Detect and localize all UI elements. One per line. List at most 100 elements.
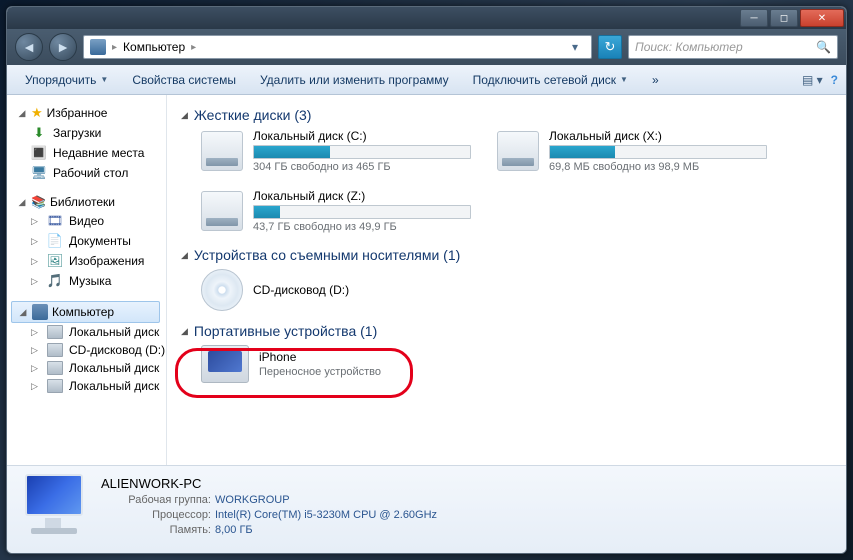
star-icon: ★ [31, 105, 43, 121]
libraries-group[interactable]: ◢ 📚 Библиотеки [11, 193, 166, 211]
workgroup-value: WORKGROUP [215, 494, 290, 506]
search-icon: 🔍 [816, 40, 831, 54]
dropdown-icon[interactable]: ▾ [565, 37, 585, 57]
uninstall-button[interactable]: Удалить или изменить программу [250, 69, 459, 91]
expand-icon: ▷ [31, 345, 41, 356]
capacity-bar [549, 145, 767, 159]
cpu-label: Процессор: [101, 509, 211, 521]
drive-icon [47, 361, 63, 375]
details-pane: ALIENWORK-PC Рабочая группа:WORKGROUP Пр… [7, 465, 846, 553]
expand-icon: ▷ [31, 256, 41, 267]
drive-label: Локальный диск (X:) [549, 129, 767, 143]
collapse-icon: ◢ [181, 250, 188, 261]
maximize-button[interactable]: ◻ [770, 9, 798, 27]
section-portable[interactable]: ◢Портативные устройства (1) [181, 319, 830, 345]
drive-icon [47, 379, 63, 393]
expand-icon: ▷ [31, 327, 41, 338]
cpu-value: Intel(R) Core(TM) i5-3230M CPU @ 2.60GHz [215, 509, 437, 521]
map-drive-button[interactable]: Подключить сетевой диск▼ [463, 69, 638, 91]
collapse-icon: ◢ [181, 110, 188, 121]
back-button[interactable]: ◄ [15, 33, 43, 61]
help-icon[interactable]: ? [831, 73, 838, 87]
collapse-icon: ◢ [17, 197, 27, 208]
section-removable[interactable]: ◢Устройства со съемными носителями (1) [181, 243, 830, 269]
sidebar-item-video[interactable]: ▷🎞Видео [11, 211, 166, 231]
titlebar: ─ ◻ ✕ [7, 7, 846, 29]
close-button[interactable]: ✕ [800, 9, 844, 27]
forward-button[interactable]: ► [49, 33, 77, 61]
expand-icon: ▷ [31, 363, 41, 374]
view-icon[interactable]: ▤ ▾ [802, 73, 823, 87]
drive-icon [201, 191, 243, 231]
download-icon: ⬇ [31, 125, 47, 141]
desktop-icon: 🖥 [31, 165, 47, 181]
portable-device-icon [201, 345, 249, 383]
device-label: iPhone [259, 350, 830, 364]
expand-icon: ▷ [31, 236, 41, 247]
sidebar-item-drive-z[interactable]: ▷Локальный диск [11, 377, 166, 395]
document-icon: 📄 [47, 233, 63, 249]
recent-icon: 🔳 [31, 145, 47, 161]
sidebar-item-computer[interactable]: ◢ Компьютер [11, 301, 160, 323]
cd-icon [201, 269, 243, 311]
device-label: CD-дисковод (D:) [253, 283, 830, 297]
system-properties-button[interactable]: Свойства системы [122, 69, 246, 91]
library-icon: 📚 [31, 195, 46, 209]
drive-icon [201, 131, 243, 171]
collapse-icon: ◢ [17, 108, 27, 119]
expand-icon: ▷ [31, 216, 41, 227]
drive-label: Локальный диск (Z:) [253, 189, 471, 203]
sidebar-item-images[interactable]: ▷🖼Изображения [11, 251, 166, 271]
sidebar-item-recent[interactable]: 🔳Недавние места [11, 143, 166, 163]
drive-free-text: 43,7 ГБ свободно из 49,9 ГБ [253, 221, 471, 233]
sidebar-item-music[interactable]: ▷🎵Музыка [11, 271, 166, 291]
drive-z[interactable]: Локальный диск (Z:) 43,7 ГБ свободно из … [201, 189, 471, 233]
workgroup-label: Рабочая группа: [101, 494, 211, 506]
memory-label: Память: [101, 524, 211, 536]
favorites-group[interactable]: ◢ ★ Избранное [11, 103, 166, 123]
organize-button[interactable]: Упорядочить▼ [15, 69, 118, 91]
computer-icon [32, 304, 48, 320]
refresh-button[interactable]: ↻ [598, 35, 622, 59]
chevron-down-icon: ▼ [620, 75, 628, 84]
breadcrumb[interactable]: Компьютер [123, 40, 185, 54]
cd-drive-d[interactable]: CD-дисковод (D:) [181, 269, 830, 311]
overflow-button[interactable]: » [642, 69, 669, 91]
memory-value: 8,00 ГБ [215, 524, 253, 536]
cd-drive-icon [47, 343, 63, 357]
drive-x[interactable]: Локальный диск (X:) 69,8 МБ свободно из … [497, 129, 767, 173]
capacity-bar [253, 205, 471, 219]
image-icon: 🖼 [47, 253, 63, 269]
drive-free-text: 69,8 МБ свободно из 98,9 МБ [549, 161, 767, 173]
chevron-right-icon: ▸ [112, 42, 117, 53]
computer-icon [90, 39, 106, 55]
navigation-pane: ◢ ★ Избранное ⬇Загрузки 🔳Недавние места … [7, 95, 167, 465]
drive-free-text: 304 ГБ свободно из 465 ГБ [253, 161, 471, 173]
minimize-button[interactable]: ─ [740, 9, 768, 27]
capacity-bar [253, 145, 471, 159]
search-input[interactable]: Поиск: Компьютер 🔍 [628, 35, 838, 59]
section-hard-drives[interactable]: ◢Жесткие диски (3) [181, 103, 830, 129]
expand-icon: ▷ [31, 381, 41, 392]
address-bar[interactable]: ▸ Компьютер ▸ ▾ [83, 35, 592, 59]
search-placeholder: Поиск: Компьютер [635, 40, 743, 54]
video-icon: 🎞 [47, 213, 63, 229]
chevron-down-icon: ▼ [100, 75, 108, 84]
explorer-window: ─ ◻ ✕ ◄ ► ▸ Компьютер ▸ ▾ ↻ Поиск: Компь… [6, 6, 847, 554]
device-type: Переносное устройство [259, 366, 830, 378]
drive-label: Локальный диск (C:) [253, 129, 471, 143]
portable-device-iphone[interactable]: iPhone Переносное устройство [181, 345, 830, 383]
collapse-icon: ◢ [181, 326, 188, 337]
sidebar-item-downloads[interactable]: ⬇Загрузки [11, 123, 166, 143]
music-icon: 🎵 [47, 273, 63, 289]
sidebar-item-documents[interactable]: ▷📄Документы [11, 231, 166, 251]
sidebar-item-desktop[interactable]: 🖥Рабочий стол [11, 163, 166, 183]
collapse-icon: ◢ [18, 307, 28, 318]
computer-icon [21, 474, 87, 534]
sidebar-item-drive-d[interactable]: ▷CD-дисковод (D:) [11, 341, 166, 359]
drive-c[interactable]: Локальный диск (C:) 304 ГБ свободно из 4… [201, 129, 471, 173]
sidebar-item-drive-c[interactable]: ▷Локальный диск [11, 323, 166, 341]
chevron-right-icon: ▸ [191, 42, 196, 53]
sidebar-item-drive-x[interactable]: ▷Локальный диск [11, 359, 166, 377]
toolbar: Упорядочить▼ Свойства системы Удалить ил… [7, 65, 846, 95]
